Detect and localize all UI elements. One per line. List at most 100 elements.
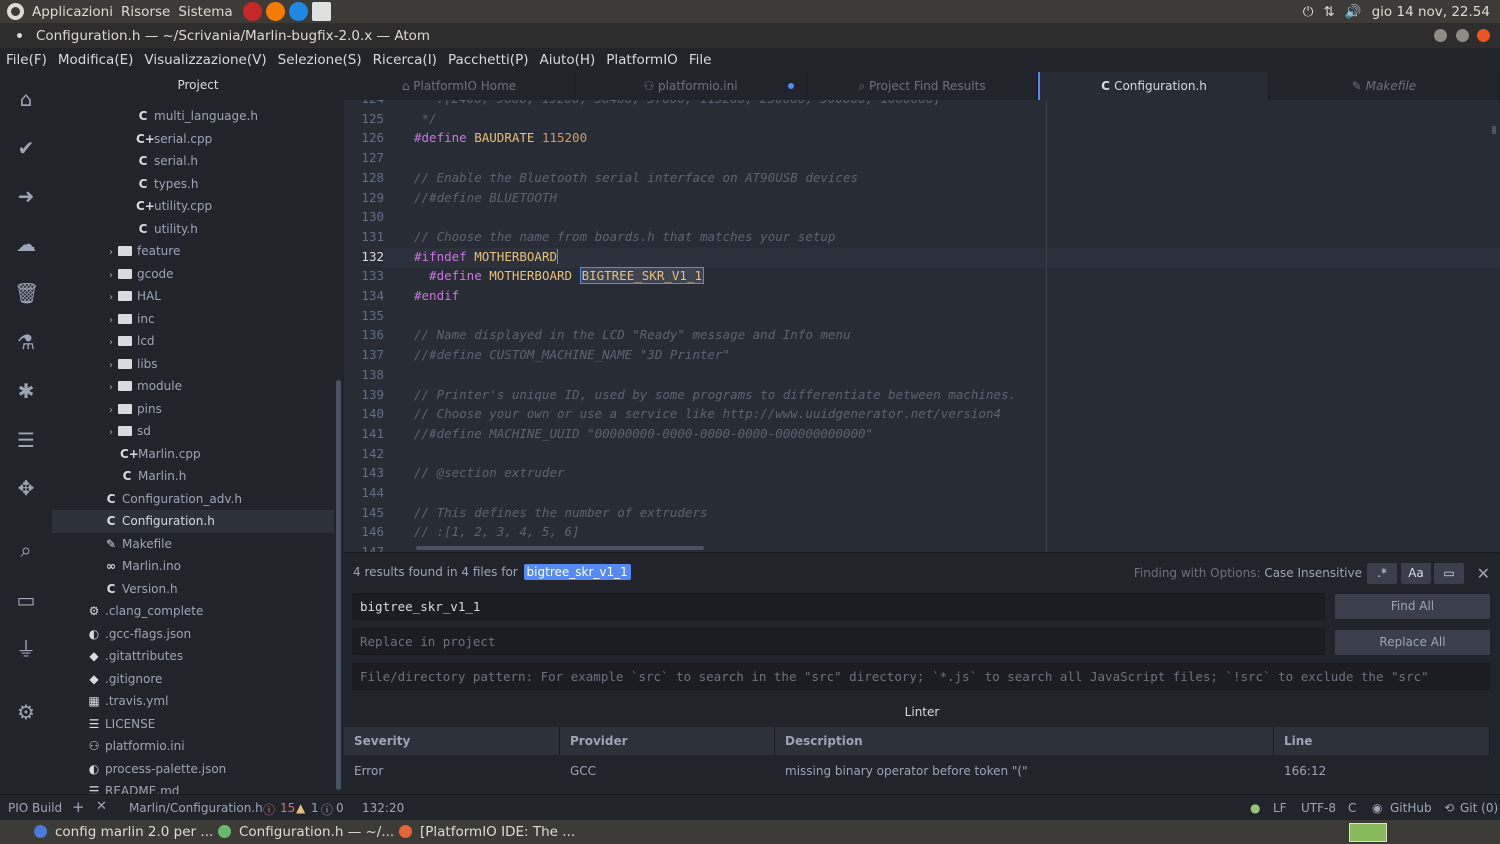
trash-icon[interactable]: 🗑: [14, 281, 39, 305]
volume-icon[interactable]: 🔊: [1345, 4, 1362, 20]
tree-file[interactable]: Cmulti_language.h: [52, 105, 334, 128]
tree-file[interactable]: ⚇ platformio.ini: [52, 735, 334, 758]
ubuntu-logo-icon[interactable]: [7, 3, 24, 20]
find-all-button[interactable]: Find All: [1335, 594, 1490, 619]
plugin-icon[interactable]: ✥: [14, 476, 38, 500]
code-line[interactable]: //#define MACHINE_UUID "00000000-0000-00…: [414, 426, 873, 441]
chevron-right-icon[interactable]: ›: [104, 310, 118, 332]
info-count[interactable]: 0: [336, 801, 344, 815]
replace-all-button[interactable]: Replace All: [1335, 630, 1490, 655]
git-icon[interactable]: ⟲: [1444, 801, 1454, 815]
chevron-right-icon[interactable]: ›: [104, 355, 118, 377]
tree-file[interactable]: ◐ process-palette.json: [52, 758, 334, 781]
tree-scrollbar[interactable]: [336, 380, 341, 790]
code-line[interactable]: // @section extruder: [414, 465, 565, 480]
code-line[interactable]: #ifndef MOTHERBOARD: [414, 248, 559, 264]
linter-header-severity[interactable]: Severity: [344, 727, 560, 755]
tree-folder[interactable]: › inc: [52, 308, 334, 331]
plug-icon[interactable]: ⏚: [14, 637, 38, 661]
tree-file[interactable]: C Marlin.h: [52, 465, 334, 488]
menu-platformio[interactable]: PlatformIO: [606, 52, 678, 68]
tree-file[interactable]: C Configuration.h: [52, 510, 334, 533]
code-line[interactable]: // Choose your own or use a service like…: [414, 406, 1001, 421]
tree-file[interactable]: ✎ Makefile: [52, 533, 334, 556]
github-button[interactable]: GitHub: [1390, 801, 1432, 815]
regex-toggle-button[interactable]: .*: [1367, 563, 1397, 584]
tree-file[interactable]: ⚙ .clang_complete: [52, 600, 334, 623]
tab-configuration-h[interactable]: C Configuration.h: [1038, 72, 1269, 100]
tab-platformio-home[interactable]: ⌂ PlatformIO Home: [344, 72, 575, 100]
gear-icon[interactable]: ⚙: [14, 700, 38, 724]
code-line[interactable]: */: [414, 111, 437, 126]
menu-file-2[interactable]: File: [689, 52, 712, 68]
tree-file[interactable]: ◐ .gcc-flags.json: [52, 623, 334, 646]
menu-file[interactable]: File(F): [6, 52, 47, 68]
tree-file[interactable]: ◆ .gitattributes: [52, 645, 334, 668]
menu-aiuto[interactable]: Aiuto(H): [539, 52, 595, 68]
linter-cell-line[interactable]: 166:12: [1274, 757, 1326, 785]
code-line[interactable]: // Name displayed in the LCD "Ready" mes…: [414, 327, 851, 342]
grammar[interactable]: C: [1348, 801, 1356, 815]
tree-file[interactable]: ∞ Marlin.ino: [52, 555, 334, 578]
whole-word-toggle-button[interactable]: ▭: [1434, 563, 1464, 584]
chevron-right-icon[interactable]: ›: [104, 242, 118, 264]
menu-risorse[interactable]: Risorse: [121, 4, 170, 20]
chevron-right-icon[interactable]: ›: [104, 287, 118, 309]
power-icon[interactable]: ⏻: [1303, 4, 1314, 20]
warning-count[interactable]: 1: [311, 801, 319, 815]
code-line[interactable]: #define MOTHERBOARD BIGTREE_SKR_V1_1: [414, 267, 704, 285]
menu-modifica[interactable]: Modifica(E): [58, 52, 134, 68]
horizontal-scrollbar[interactable]: [416, 546, 704, 550]
minimize-button[interactable]: [1434, 29, 1448, 42]
menu-ricerca[interactable]: Ricerca(I): [373, 52, 437, 68]
tree-file[interactable]: Cutility.h: [52, 218, 334, 241]
code-line[interactable]: // Choose the name from boards.h that ma…: [414, 229, 835, 244]
tree-folder[interactable]: › gcode: [52, 263, 334, 286]
search-icon[interactable]: ⌕: [14, 538, 38, 562]
tree-file[interactable]: C+Marlin.cpp: [52, 443, 334, 466]
check-icon[interactable]: ✔: [14, 136, 38, 160]
menu-pacchetti[interactable]: Pacchetti(P): [448, 52, 529, 68]
tree-file[interactable]: C+serial.cpp: [52, 128, 334, 151]
linter-header-description[interactable]: Description: [775, 727, 1274, 755]
task-firefox[interactable]: [PlatformIO IDE: The ...: [399, 820, 575, 844]
code-line[interactable]: // :[1, 2, 3, 4, 5, 6]: [414, 524, 580, 539]
close-button[interactable]: [1477, 29, 1490, 42]
case-sensitive-toggle-button[interactable]: Aa: [1401, 563, 1431, 584]
chromium-launcher-icon[interactable]: [288, 2, 308, 21]
chevron-right-icon[interactable]: ›: [104, 422, 118, 444]
clock[interactable]: gio 14 nov, 22.54: [1372, 4, 1490, 20]
flask-icon[interactable]: ⚗: [14, 330, 38, 354]
code-line[interactable]: * :[2400, 9600, 19200, 38400, 57600, 115…: [414, 100, 941, 106]
code-line[interactable]: // Printer's unique ID, used by some pro…: [414, 387, 1016, 402]
checklist-icon[interactable]: ☰: [14, 428, 38, 452]
network-icon[interactable]: ⇅: [1323, 4, 1334, 20]
chevron-right-icon[interactable]: ›: [104, 332, 118, 354]
pio-build-button[interactable]: PIO Build: [8, 801, 62, 815]
search-input[interactable]: bigtree_skr_v1_1: [352, 593, 1325, 620]
code-line[interactable]: //#define BLUETOOTH: [414, 190, 557, 205]
git-button[interactable]: Git (0): [1460, 801, 1498, 815]
encoding[interactable]: UTF-8: [1301, 801, 1336, 815]
close-terminal-icon[interactable]: ✕: [96, 799, 107, 814]
code-editor[interactable]: 124 * :[2400, 9600, 19200, 38400, 57600,…: [344, 100, 1500, 552]
chevron-right-icon[interactable]: ›: [104, 400, 118, 422]
code-line[interactable]: #endif: [414, 288, 459, 303]
task-atom[interactable]: Configuration.h — ~/...: [218, 820, 394, 844]
linter-header-provider[interactable]: Provider: [560, 727, 775, 755]
add-terminal-icon[interactable]: +: [72, 798, 85, 816]
tree-folder[interactable]: › HAL: [52, 285, 334, 308]
terminal-icon[interactable]: ▭: [14, 588, 38, 612]
line-ending[interactable]: LF: [1273, 801, 1287, 815]
home-icon[interactable]: ⌂: [14, 87, 38, 111]
warning-icon[interactable]: ▲: [296, 801, 305, 815]
vertical-scrollbar[interactable]: [1492, 126, 1496, 134]
workspace-switcher[interactable]: [1349, 823, 1387, 842]
tree-file[interactable]: ◆ .gitignore: [52, 668, 334, 691]
error-icon[interactable]: ⓘ: [263, 801, 275, 818]
tree-folder[interactable]: › lcd: [52, 330, 334, 353]
replace-input[interactable]: Replace in project: [352, 628, 1325, 655]
tree-file[interactable]: ▦ .travis.yml: [52, 690, 334, 713]
tree-folder[interactable]: › module: [52, 375, 334, 398]
arrow-right-icon[interactable]: ➜: [14, 184, 38, 208]
